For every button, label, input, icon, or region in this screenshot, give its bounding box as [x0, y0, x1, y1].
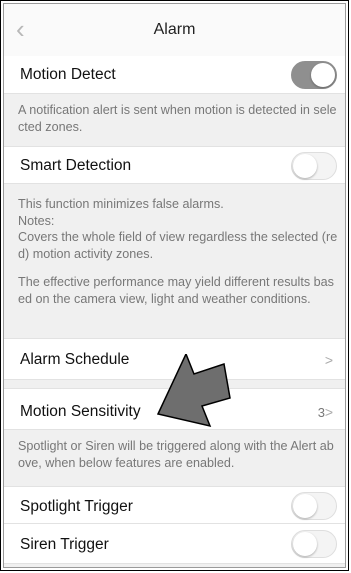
alarm-settings-screen: ‹ Alarm Motion Detect A notification ale… — [3, 3, 346, 568]
desc-line: Covers the whole field of view regardles… — [18, 230, 338, 261]
desc-line: Notes: — [18, 213, 55, 228]
alarm-schedule-label: Alarm Schedule — [20, 351, 130, 368]
motion-detect-label: Motion Detect — [20, 66, 116, 83]
motion-sensitivity-label: Motion Sensitivity — [20, 403, 141, 420]
chevron-right-icon: > — [324, 352, 333, 368]
smart-detection-description: This function minimizes false alarms. No… — [18, 196, 340, 307]
pointer-arrow-icon — [156, 354, 231, 428]
smart-detection-row: Smart Detection — [4, 146, 345, 184]
siren-trigger-row: Siren Trigger — [4, 524, 345, 564]
nav-header: ‹ Alarm — [4, 4, 345, 57]
motion-detect-toggle[interactable] — [291, 61, 337, 89]
motion-detect-description: A notification alert is sent when motion… — [18, 103, 337, 134]
spotlight-trigger-toggle[interactable] — [291, 492, 337, 520]
toggle-knob — [293, 494, 317, 518]
desc-line: This function minimizes false alarms. — [18, 197, 224, 211]
smart-detection-toggle[interactable] — [291, 152, 337, 180]
page-title: Alarm — [153, 21, 196, 38]
chevron-right-icon: > — [324, 404, 333, 420]
smart-detection-label: Smart Detection — [20, 157, 132, 174]
desc-line: The effective performance may yield diff… — [18, 275, 334, 306]
siren-trigger-toggle[interactable] — [291, 530, 337, 558]
toggle-knob — [293, 532, 317, 556]
motion-detect-row: Motion Detect — [4, 56, 345, 94]
toggle-knob — [293, 154, 317, 178]
spotlight-trigger-row: Spotlight Trigger — [4, 486, 345, 524]
siren-trigger-label: Siren Trigger — [20, 536, 109, 553]
pointer-arrow-shape — [156, 354, 231, 428]
toggle-knob — [311, 63, 335, 87]
spotlight-trigger-label: Spotlight Trigger — [20, 498, 133, 515]
